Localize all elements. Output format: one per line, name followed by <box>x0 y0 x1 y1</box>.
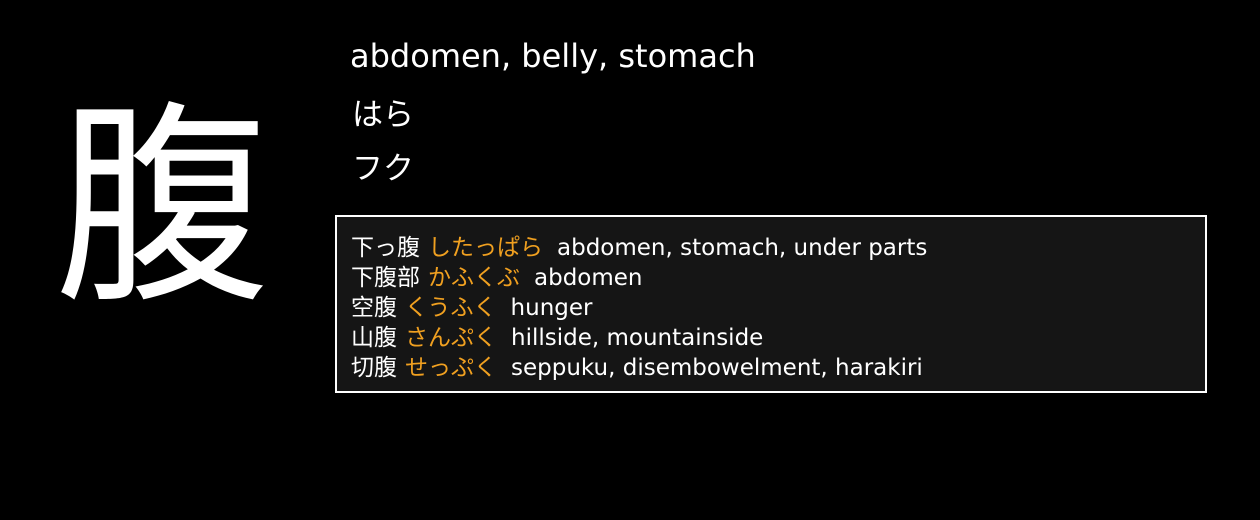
on-reading: フク <box>352 151 414 187</box>
kun-reading: はら <box>352 97 414 133</box>
example-reading: くうふく <box>405 295 497 321</box>
example-words-box: 下っ腹 したっぱら abdomen, stomach, under parts 下腹… <box>335 215 1207 393</box>
example-row: 下腹部 かふくぶ abdomen <box>351 263 1205 293</box>
example-row: 山腹 さんぷく hillside, mountainside <box>351 323 1205 353</box>
example-gloss: abdomen <box>534 265 643 291</box>
example-gloss: hunger <box>510 295 593 321</box>
example-gloss: seppuku, disembowelment, harakiri <box>511 355 923 381</box>
example-gloss: abdomen, stomach, under parts <box>557 235 928 261</box>
example-word: 山腹 <box>351 325 397 351</box>
example-word: 下っ腹 <box>351 235 420 261</box>
example-word: 下腹部 <box>351 265 420 291</box>
example-reading: かふくぶ <box>428 265 520 291</box>
kanji-meaning: abdomen, belly, stomach <box>350 37 756 75</box>
example-reading: せっぷく <box>405 355 497 381</box>
kanji-character: 腹 <box>54 82 270 333</box>
example-gloss: hillside, mountainside <box>511 325 764 351</box>
example-reading: したっぱら <box>428 235 543 261</box>
example-reading: さんぷく <box>405 325 497 351</box>
example-word: 空腹 <box>351 295 397 321</box>
example-word: 切腹 <box>351 355 397 381</box>
example-row: 下っ腹 したっぱら abdomen, stomach, under parts <box>351 233 1205 263</box>
example-row: 空腹 くうふく hunger <box>351 293 1205 323</box>
example-row: 切腹 せっぷく seppuku, disembowelment, harakiri <box>351 353 1205 383</box>
